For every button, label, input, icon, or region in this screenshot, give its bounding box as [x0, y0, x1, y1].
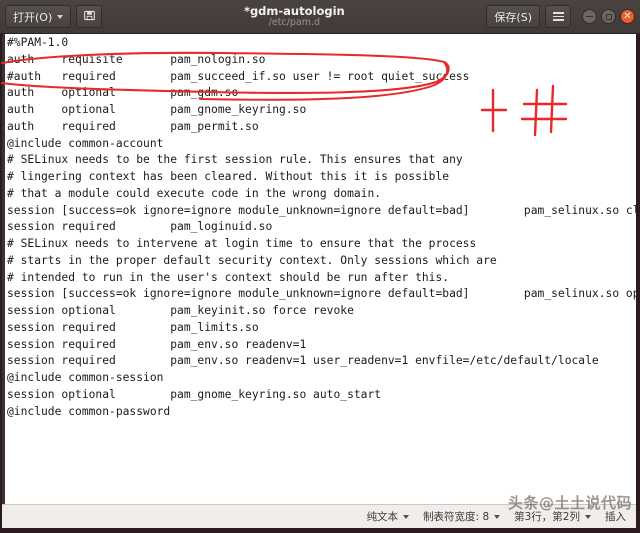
titlebar-right-controls: 保存(S) ✕: [486, 5, 635, 28]
page-title: *gdm-autologin: [102, 5, 486, 17]
chevron-down-icon: [57, 15, 63, 19]
minimize-button[interactable]: [582, 9, 597, 24]
maximize-icon: [606, 14, 612, 20]
chevron-down-icon: [585, 515, 591, 519]
watermark: 头条@土土说代码: [508, 492, 632, 513]
new-document-icon: [83, 9, 96, 25]
tabwidth-label: 制表符宽度: 8: [423, 509, 489, 524]
save-button-label: 保存(S): [494, 9, 532, 25]
close-button[interactable]: ✕: [620, 9, 635, 24]
hamburger-menu-icon: [553, 12, 564, 21]
chevron-down-icon: [403, 515, 409, 519]
filetype-selector[interactable]: 纯文本: [367, 509, 410, 524]
window-buttons: ✕: [582, 9, 635, 24]
file-path-subtitle: /etc/pam.d: [102, 18, 486, 28]
menu-button[interactable]: [545, 5, 571, 28]
open-button-label: 打开(O): [13, 9, 52, 25]
window-title-block: *gdm-autologin /etc/pam.d: [102, 5, 486, 27]
editor-area[interactable]: #%PAM-1.0 auth requisite pam_nologin.so …: [2, 34, 636, 504]
title-bar: 打开(O) *gdm-autologin /etc/pam.d 保存(S): [0, 0, 640, 34]
new-document-button[interactable]: [76, 5, 102, 28]
filetype-label: 纯文本: [367, 509, 399, 524]
maximize-button[interactable]: [601, 9, 616, 24]
titlebar-left-controls: 打开(O): [5, 5, 102, 28]
chevron-down-icon: [494, 515, 500, 519]
editor-text[interactable]: #%PAM-1.0 auth requisite pam_nologin.so …: [7, 35, 636, 420]
open-button[interactable]: 打开(O): [5, 5, 71, 28]
minimize-icon: [586, 16, 593, 18]
save-button[interactable]: 保存(S): [486, 5, 540, 28]
left-margin-bar: [2, 34, 5, 504]
tabwidth-selector[interactable]: 制表符宽度: 8: [423, 509, 500, 524]
text-editor-window: 打开(O) *gdm-autologin /etc/pam.d 保存(S): [0, 0, 640, 533]
close-icon: ✕: [623, 12, 631, 22]
